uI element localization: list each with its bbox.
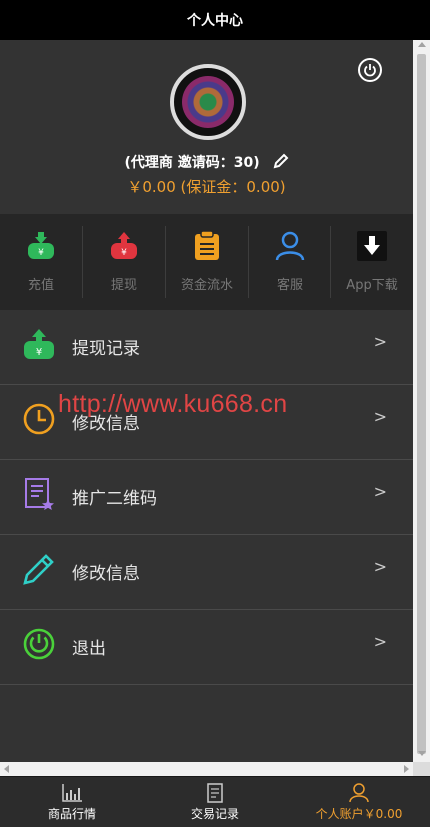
profile-section: (代理商 邀请码：30) ￥0.00 (保证金：0.00): [0, 40, 413, 214]
scroll-right-icon[interactable]: [404, 765, 409, 773]
withdraw-icon: ¥: [111, 232, 137, 259]
chevron-right-icon: >: [373, 332, 387, 351]
quick-deposit[interactable]: ¥ 充值: [0, 214, 82, 310]
avatar[interactable]: [170, 64, 246, 140]
user-info: (代理商 邀请码：30): [0, 152, 413, 173]
role-invite-text: (代理商 邀请码：30): [124, 155, 260, 171]
chevron-right-icon: >: [373, 632, 387, 651]
balance-text: ￥0.00 (保证金：0.00): [127, 178, 286, 196]
quick-withdraw[interactable]: ¥ 提现: [83, 214, 165, 310]
vertical-scrollbar[interactable]: [413, 40, 430, 762]
quick-actions: ¥ 充值 ¥ 提现 资金流水 客服 App下载: [0, 214, 413, 310]
watermark-text: http://www.ku668.cn: [58, 390, 288, 418]
nav-personal-account[interactable]: 个人账户￥0.00: [310, 777, 408, 827]
scroll-up-icon[interactable]: [418, 42, 426, 47]
edit-pencil-icon[interactable]: [273, 153, 289, 173]
quick-customer-service[interactable]: 客服: [249, 214, 331, 310]
svg-text:¥: ¥: [36, 347, 42, 358]
chevron-right-icon: >: [373, 407, 387, 426]
top-bar: 个人中心: [0, 0, 430, 40]
power-icon[interactable]: [358, 58, 382, 82]
chart-icon: [62, 784, 82, 802]
clock-icon: [23, 403, 55, 435]
menu-logout[interactable]: 退出 >: [0, 610, 413, 685]
power-icon: [23, 628, 55, 660]
person-icon: [275, 231, 305, 261]
nav-trade-records[interactable]: 交易记录: [183, 777, 247, 827]
main-content: (代理商 邀请码：30) ￥0.00 (保证金：0.00) ¥ 充值 ¥ 提现 …: [0, 40, 413, 762]
page-title: 个人中心: [187, 13, 243, 29]
svg-text:¥: ¥: [121, 248, 127, 258]
receipt-icon: [207, 783, 223, 803]
scroll-down-icon[interactable]: [418, 751, 426, 756]
deposit-icon: ¥: [28, 232, 54, 259]
clipboard-icon: [195, 230, 219, 260]
chevron-right-icon: >: [373, 482, 387, 501]
bottom-nav: 商品行情 交易记录 个人账户￥0.00: [0, 776, 430, 827]
svg-text:¥: ¥: [38, 248, 44, 258]
quick-app-download[interactable]: App下载: [331, 214, 413, 310]
user-icon: [349, 783, 369, 803]
document-star-icon: [25, 478, 54, 510]
horizontal-scrollbar[interactable]: [0, 762, 413, 776]
menu-edit-info-2[interactable]: 修改信息 >: [0, 535, 413, 610]
scrollbar-corner: [413, 762, 430, 776]
quick-fund-flow[interactable]: 资金流水: [166, 214, 248, 310]
menu-withdraw-record[interactable]: ¥ 提现记录 >: [0, 310, 413, 385]
withdraw-record-icon: ¥: [24, 329, 54, 359]
pencil-icon: [23, 554, 54, 585]
chevron-right-icon: >: [373, 557, 387, 576]
menu-promo-qrcode[interactable]: 推广二维码 >: [0, 460, 413, 535]
scroll-thumb[interactable]: [417, 54, 426, 754]
nav-market[interactable]: 商品行情: [40, 777, 104, 827]
download-icon: [357, 231, 387, 261]
scroll-left-icon[interactable]: [4, 765, 9, 773]
